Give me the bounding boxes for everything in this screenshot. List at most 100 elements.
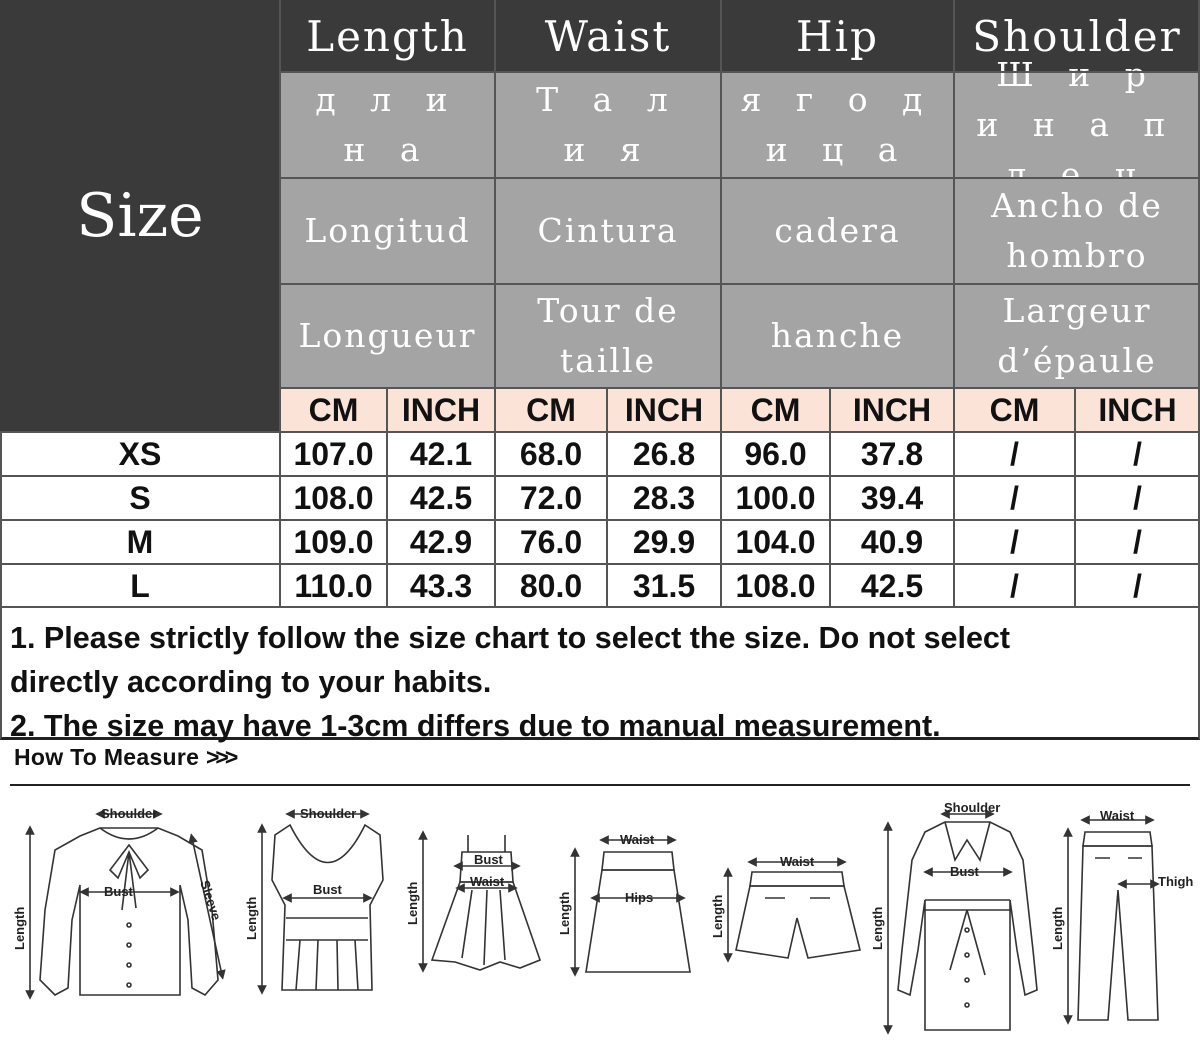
size-label-text: M	[126, 523, 154, 560]
table-cell: 40.9	[830, 520, 954, 564]
grid-line	[0, 431, 1200, 433]
table-cell: 72.0	[495, 476, 607, 520]
cell-value: 76.0	[519, 523, 583, 560]
header-ru-hip-text: я г о д и ц а	[740, 80, 935, 169]
unit-length-inch: INCH	[387, 388, 495, 432]
unit-waist-inch: INCH	[607, 388, 721, 432]
table-cell: 107.0	[280, 432, 387, 476]
table-cell: 26.8	[607, 432, 721, 476]
skirt-figure	[570, 835, 691, 977]
cell-value: 109.0	[293, 523, 374, 560]
label-shoulder: Shoulder	[101, 806, 157, 821]
column-header-length-text: Length	[306, 11, 469, 61]
table-cell: 28.3	[607, 476, 721, 520]
cell-value: /	[1010, 523, 1019, 560]
column-header-waist-text: Waist	[544, 11, 672, 61]
label-waist: Waist	[620, 832, 655, 847]
label-length: Length	[710, 895, 725, 938]
label-length: Length	[244, 897, 259, 940]
grid-line	[0, 475, 1200, 477]
grid-line	[386, 388, 388, 608]
header-es-waist-text: Cintura	[537, 211, 679, 250]
measure-illustrations: Shoulder Bust Length Sleeve Shoulder Bus…	[12, 800, 1193, 1035]
table-cell: 76.0	[495, 520, 607, 564]
header-es-hip-text: cadera	[774, 211, 901, 250]
size-label-s: S	[0, 476, 280, 520]
table-cell: 110.0	[280, 564, 387, 608]
cell-value: 40.9	[860, 523, 924, 560]
label-waist: Waist	[1100, 808, 1135, 823]
grid-line	[720, 0, 722, 608]
header-fr-hip-text: hanche	[770, 316, 905, 355]
table-cell: 42.9	[387, 520, 495, 564]
table-cell: 29.9	[607, 520, 721, 564]
cell-value: 108.0	[293, 479, 374, 516]
header-fr-length: Longueur	[280, 284, 495, 388]
cell-value: /	[1133, 567, 1142, 604]
chevrons-right-icon: >>>	[205, 744, 238, 770]
header-es-shoulder-text: Ancho de hombro	[991, 186, 1163, 275]
column-header-length: Length	[280, 0, 495, 72]
size-label-text: L	[130, 567, 150, 604]
cell-value: /	[1010, 567, 1019, 604]
trench-coat-figure	[883, 809, 1038, 1035]
cell-value: /	[1010, 479, 1019, 516]
table-cell: 42.5	[387, 476, 495, 520]
unit-text: CM	[750, 391, 801, 428]
column-header-hip: Hip	[721, 0, 954, 72]
header-es-length-text: Longitud	[304, 211, 471, 250]
cell-value: 72.0	[519, 479, 583, 516]
cell-value: 68.0	[519, 435, 583, 472]
cell-value: 104.0	[735, 523, 816, 560]
label-length: Length	[12, 907, 27, 950]
grid-line	[494, 0, 496, 608]
cell-value: 37.8	[860, 435, 924, 472]
table-cell: 42.1	[387, 432, 495, 476]
table-cell: 42.5	[830, 564, 954, 608]
cell-value: 42.5	[409, 479, 473, 516]
header-ru-hip: я г о д и ц а	[721, 72, 954, 178]
cell-value: 42.5	[860, 567, 924, 604]
table-cell: /	[1075, 476, 1200, 520]
cell-value: /	[1133, 435, 1142, 472]
note-line-3: 2. The size may have 1-3cm differs due t…	[10, 709, 941, 743]
table-cell: 108.0	[280, 476, 387, 520]
unit-length-cm: CM	[280, 388, 387, 432]
how-to-measure-title-text: How To Measure	[14, 744, 200, 770]
note-line-1: 1. Please strictly follow the size chart…	[10, 621, 1011, 655]
cell-value: /	[1133, 523, 1142, 560]
column-header-hip-text: Hip	[796, 11, 879, 61]
label-bust: Bust	[104, 884, 134, 899]
label-hips: Hips	[625, 890, 653, 905]
header-es-length: Longitud	[280, 178, 495, 284]
cell-value: 110.0	[294, 567, 373, 604]
header-fr-length-text: Longueur	[298, 316, 477, 355]
unit-waist-cm: CM	[495, 388, 607, 432]
table-cell: /	[1075, 564, 1200, 608]
unit-text: CM	[989, 391, 1040, 428]
label-bust: Bust	[313, 882, 343, 897]
grid-line	[0, 519, 1200, 521]
table-cell: 104.0	[721, 520, 830, 564]
note-line-2: directly according to your habits.	[10, 665, 492, 699]
shorts-figure	[723, 857, 861, 963]
cell-value: 108.0	[735, 567, 816, 604]
header-fr-shoulder-text: Largeur d’épaule	[997, 291, 1157, 380]
table-cell: 96.0	[721, 432, 830, 476]
table-cell: 108.0	[721, 564, 830, 608]
label-shoulder: Shoulder	[944, 800, 1000, 815]
unit-text: CM	[308, 391, 359, 428]
header-ru-length-text: д л и н а	[315, 80, 460, 169]
unit-text: INCH	[852, 391, 932, 428]
unit-shoulder-inch: INCH	[1075, 388, 1200, 432]
unit-text: INCH	[401, 391, 481, 428]
cell-value: /	[1010, 435, 1019, 472]
cell-value: 29.9	[632, 523, 696, 560]
cell-value: 39.4	[860, 479, 924, 516]
size-label-xs: XS	[0, 432, 280, 476]
cell-value: 28.3	[632, 479, 696, 516]
grid-line	[279, 0, 281, 608]
size-label-text: XS	[118, 435, 162, 472]
label-length: Length	[870, 907, 885, 950]
grid-line	[280, 71, 1200, 73]
